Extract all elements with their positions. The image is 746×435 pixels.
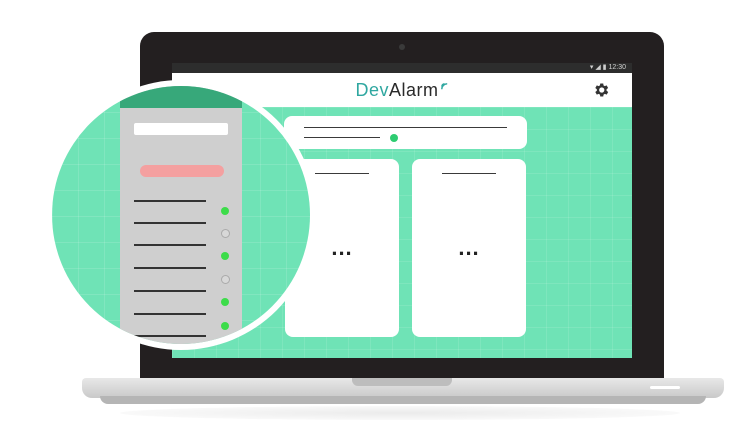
laptop-led [650, 386, 680, 389]
signal-icon [440, 83, 447, 90]
list-item[interactable] [134, 290, 206, 292]
item-card-b[interactable]: ... [412, 159, 526, 337]
logo-dev-text: Dev [355, 80, 389, 100]
status-dot-off [221, 275, 230, 284]
summary-card[interactable] [284, 116, 527, 149]
summary-line [304, 127, 507, 128]
logo-alarm-text: Alarm [389, 80, 439, 100]
laptop-notch [352, 378, 452, 386]
status-bar: ▾ ◢ ▮ 12:30 [172, 63, 632, 73]
camera [399, 44, 405, 50]
side-panel-header [120, 86, 242, 108]
status-dot-on [221, 322, 229, 330]
card-b-title-line [442, 173, 496, 174]
panel-button[interactable] [140, 165, 224, 177]
summary-subline [304, 137, 380, 138]
list-item[interactable] [134, 244, 206, 246]
card-b-placeholder: ... [458, 235, 480, 260]
status-dot-on [221, 252, 229, 260]
laptop-base-bottom [100, 396, 706, 404]
status-dot-on [221, 207, 229, 215]
list-item[interactable] [134, 222, 206, 224]
status-dot-on [221, 298, 229, 306]
status-dot-off [221, 229, 230, 238]
toggle-switch[interactable] [390, 134, 398, 142]
settings-button[interactable] [592, 81, 610, 99]
panel-input[interactable] [134, 123, 228, 135]
laptop-shadow [120, 406, 680, 420]
list-item[interactable] [134, 335, 206, 337]
card-a-title-line [315, 173, 369, 174]
magnified-view [52, 86, 310, 344]
list-item[interactable] [134, 313, 206, 315]
gear-icon [595, 83, 609, 97]
list-item[interactable] [134, 267, 206, 269]
list-item[interactable] [134, 200, 206, 202]
